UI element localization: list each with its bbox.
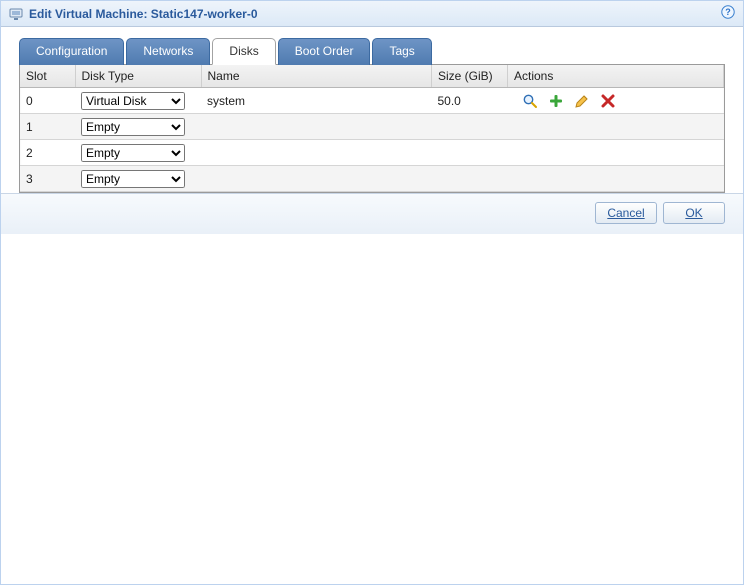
svg-text:?: ? (725, 7, 731, 17)
cell-size: 50.0 (432, 88, 508, 114)
col-slot[interactable]: Slot (20, 65, 75, 88)
cell-disk-type: Virtual DiskEmpty (75, 166, 201, 192)
ok-button[interactable]: OK (663, 202, 725, 224)
tab-disks[interactable]: Disks (212, 38, 275, 65)
help-icon[interactable]: ? (721, 5, 735, 19)
cell-name (201, 166, 432, 192)
cell-actions (508, 166, 724, 192)
col-name[interactable]: Name (201, 65, 432, 88)
col-type[interactable]: Disk Type (75, 65, 201, 88)
cell-actions (508, 140, 724, 166)
cell-disk-type: Virtual DiskEmpty (75, 140, 201, 166)
tab-configuration[interactable]: Configuration (19, 38, 124, 65)
table-row[interactable]: 0 Virtual DiskEmpty system50.0 (20, 88, 724, 114)
tab-boot-order[interactable]: Boot Order (278, 38, 371, 65)
tab-tags[interactable]: Tags (372, 38, 431, 65)
cell-slot: 1 (20, 114, 75, 140)
cell-slot: 0 (20, 88, 75, 114)
tabs-area: ConfigurationNetworksDisksBoot OrderTags… (1, 27, 743, 193)
disk-type-select[interactable]: Virtual DiskEmpty (81, 144, 185, 162)
cell-name: system (201, 88, 432, 114)
cell-slot: 2 (20, 140, 75, 166)
cancel-button[interactable]: Cancel (595, 202, 657, 224)
cell-size (432, 114, 508, 140)
col-actions[interactable]: Actions (508, 65, 724, 88)
edit-vm-dialog: Edit Virtual Machine: Static147-worker-0… (0, 0, 744, 585)
cell-actions (508, 88, 724, 114)
cell-disk-type: Virtual DiskEmpty (75, 88, 201, 114)
table-row[interactable]: 1 Virtual DiskEmpty (20, 114, 724, 140)
disks-panel: Slot Disk Type Name Size (GiB) Actions 0… (19, 64, 725, 193)
table-header-row: Slot Disk Type Name Size (GiB) Actions (20, 65, 724, 88)
edit-disk-button[interactable] (574, 93, 590, 109)
disk-type-select[interactable]: Virtual DiskEmpty (81, 118, 185, 136)
vm-icon (9, 7, 23, 21)
view-icon (522, 93, 538, 109)
edit-icon (574, 93, 590, 109)
cell-slot: 3 (20, 166, 75, 192)
add-disk-button[interactable] (548, 93, 564, 109)
tab-strip: ConfigurationNetworksDisksBoot OrderTags (1, 37, 743, 64)
disk-type-select[interactable]: Virtual DiskEmpty (81, 170, 185, 188)
cell-size (432, 140, 508, 166)
view-disk-button[interactable] (522, 93, 538, 109)
delete-icon (600, 93, 616, 109)
dialog-footer: Cancel OK (1, 193, 743, 234)
add-icon (548, 93, 564, 109)
tab-networks[interactable]: Networks (126, 38, 210, 65)
cell-name (201, 140, 432, 166)
cell-size (432, 166, 508, 192)
cell-actions (508, 114, 724, 140)
table-row[interactable]: 3 Virtual DiskEmpty (20, 166, 724, 192)
table-row[interactable]: 2 Virtual DiskEmpty (20, 140, 724, 166)
disks-table: Slot Disk Type Name Size (GiB) Actions 0… (20, 65, 724, 192)
cell-name (201, 114, 432, 140)
cell-disk-type: Virtual DiskEmpty (75, 114, 201, 140)
delete-disk-button[interactable] (600, 93, 616, 109)
window-title: Edit Virtual Machine: Static147-worker-0 (29, 7, 258, 21)
titlebar: Edit Virtual Machine: Static147-worker-0… (1, 1, 743, 27)
col-size[interactable]: Size (GiB) (432, 65, 508, 88)
disk-type-select[interactable]: Virtual DiskEmpty (81, 92, 185, 110)
